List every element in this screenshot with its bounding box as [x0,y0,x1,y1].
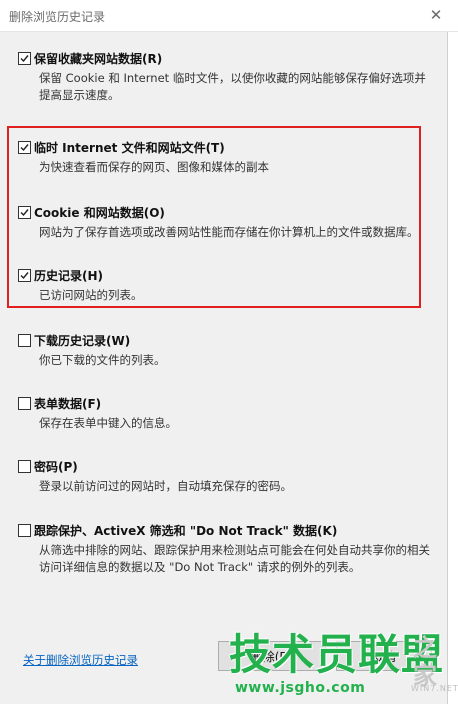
cancel-button[interactable]: 取消 [336,641,432,671]
close-icon[interactable]: ✕ [422,3,450,27]
option-tracking-protection: 跟踪保护、ActiveX 筛选和 "Do Not Track" 数据(K) 从筛… [18,522,438,576]
checkmark-icon [20,54,29,62]
option-preserve-favorites: 保留收藏夹网站数据(R) 保留 Cookie 和 Internet 临时文件，以… [18,50,438,104]
window-title: 删除浏览历史记录 [9,10,106,24]
checkmark-icon [20,143,29,151]
option-description: 已访问网站的列表。 [39,288,143,302]
option-description: 为快速查看而保存的网页、图像和媒体的副本 [39,160,269,174]
checkmark-icon [20,208,29,216]
option-label[interactable]: 下载历史记录(W) [34,332,130,349]
checkbox-tracking-protection[interactable] [18,523,31,537]
delete-button[interactable]: 删除(D) [218,641,326,671]
option-download-history: 下载历史记录(W) 你已下载的文件的列表。 [18,332,438,369]
option-label[interactable]: 保留收藏夹网站数据(R) [34,50,162,67]
option-label[interactable]: Cookie 和网站数据(O) [34,204,165,221]
title-bar: 删除浏览历史记录 ✕ [0,0,458,32]
about-delete-history-link[interactable]: 关于删除浏览历史记录 [23,652,138,668]
option-description: 登录以前访问过的网站时，自动填充保存的密码。 [39,479,292,493]
option-form-data: 表单数据(F) 保存在表单中键入的信息。 [18,395,438,432]
option-description: 你已下载的文件的列表。 [39,353,166,367]
option-history: 历史记录(H) 已访问网站的列表。 [18,267,438,304]
checkbox-history[interactable] [18,268,31,282]
checkbox-cookies[interactable] [18,205,31,219]
checkmark-icon [20,271,29,279]
option-temp-internet-files: 临时 Internet 文件和网站文件(T) 为快速查看而保存的网页、图像和媒体… [18,139,438,176]
option-label[interactable]: 临时 Internet 文件和网站文件(T) [34,139,225,156]
checkbox-passwords[interactable] [18,459,31,473]
option-description: 网站为了保存首选项或改善网站性能而存储在你计算机上的文件或数据库。 [39,225,419,239]
option-label[interactable]: 表单数据(F) [34,395,101,412]
checkbox-download-history[interactable] [18,333,31,347]
checkbox-preserve-favorites[interactable] [18,51,31,65]
checkbox-form-data[interactable] [18,396,31,410]
option-passwords: 密码(P) 登录以前访问过的网站时，自动填充保存的密码。 [18,458,438,495]
option-description: 保存在表单中键入的信息。 [39,416,177,430]
option-label[interactable]: 历史记录(H) [34,267,103,284]
window-edge [448,32,458,704]
option-description: 保留 Cookie 和 Internet 临时文件，以使你收藏的网站能够保存偏好… [39,71,426,102]
option-label[interactable]: 密码(P) [34,458,78,475]
option-cookies: Cookie 和网站数据(O) 网站为了保存首选项或改善网站性能而存储在你计算机… [18,204,438,241]
checkbox-temp-internet-files[interactable] [18,140,31,154]
option-description: 从筛选中排除的网站、跟踪保护用来检测站点可能会在何处自动共享你的相关访问详细信息… [39,543,430,574]
option-label[interactable]: 跟踪保护、ActiveX 筛选和 "Do Not Track" 数据(K) [34,522,337,539]
